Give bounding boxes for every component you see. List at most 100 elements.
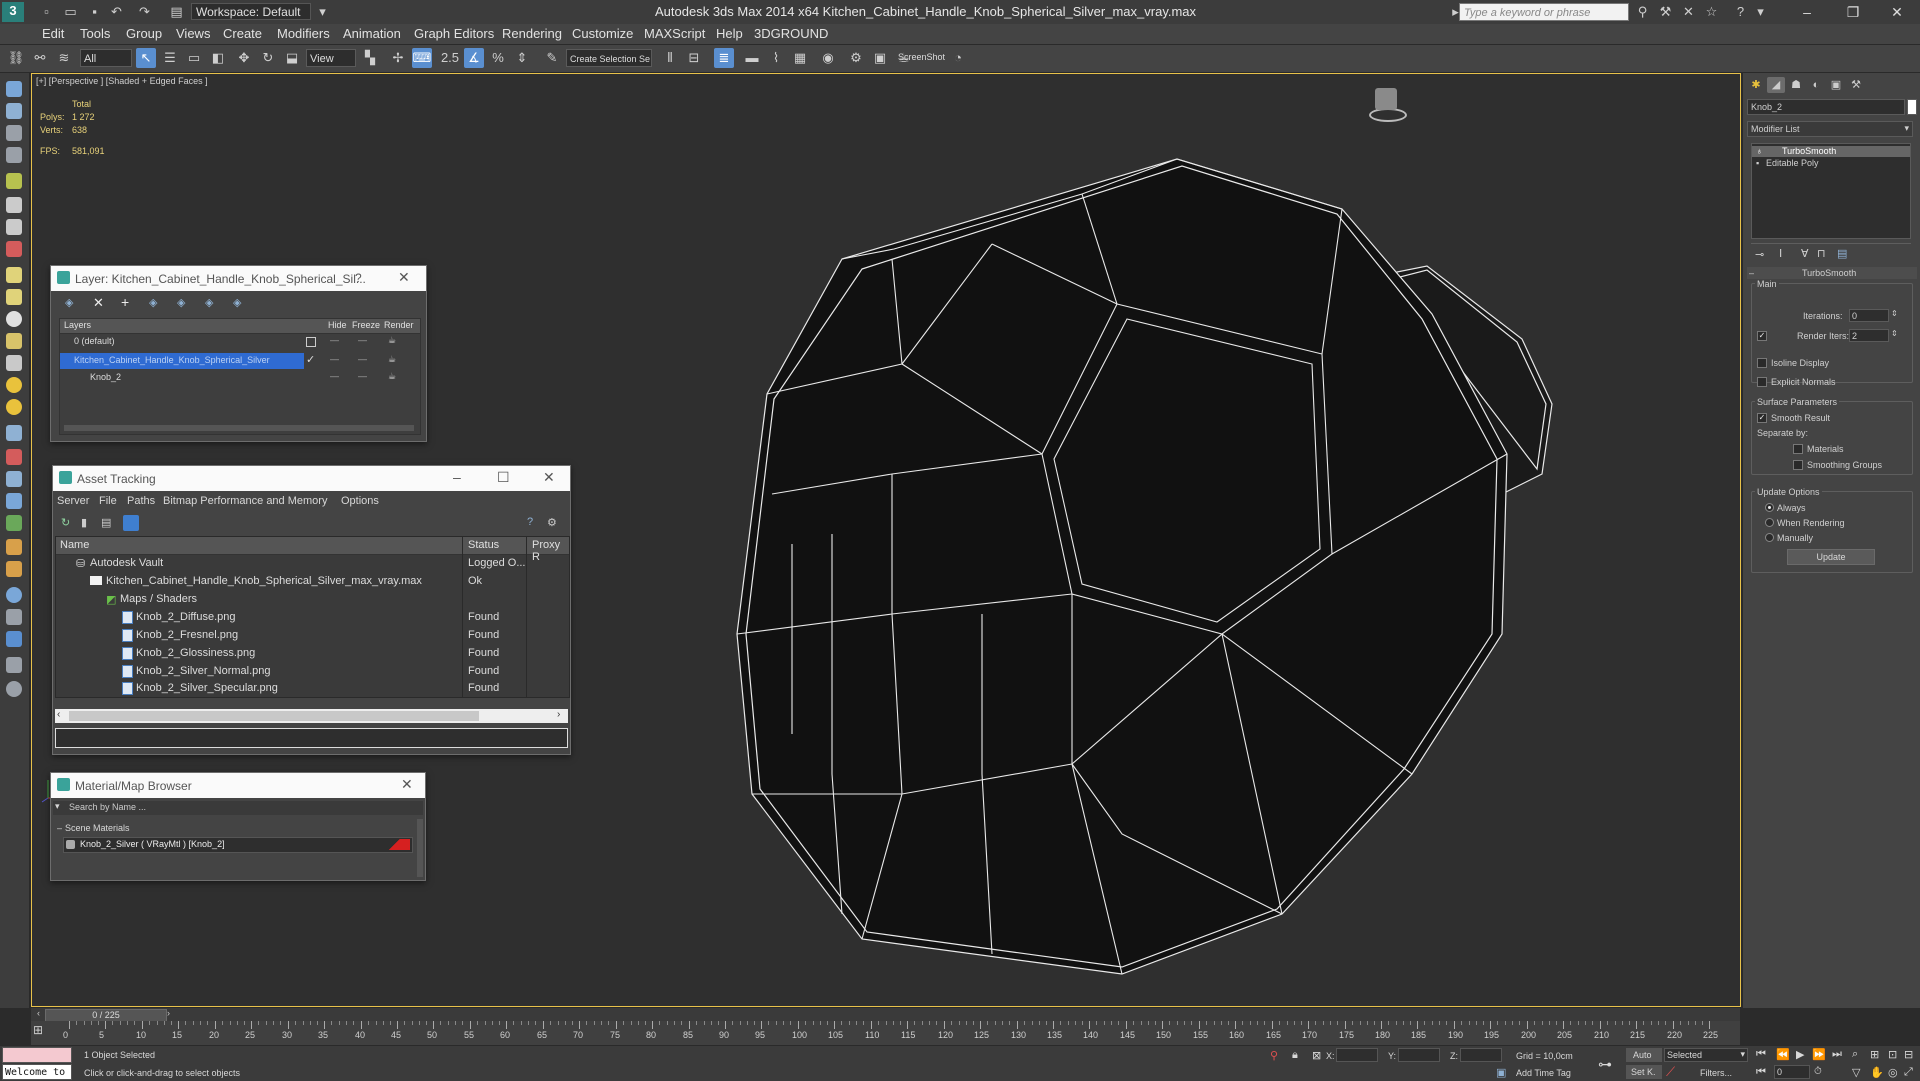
hierarchy-tab-icon[interactable]: ☗ [1787,77,1805,93]
curve-editor-icon[interactable]: ⌇ [766,48,786,68]
select-manipulate-icon[interactable]: ✢ [388,48,408,68]
set-key-button[interactable]: Set K. [1626,1065,1662,1079]
render-teapot-icon[interactable]: ☕ [388,335,396,346]
maxscript-listener[interactable]: Welcome to [2,1064,72,1080]
hierarchy-icon[interactable] [6,449,22,465]
smoothing-groups-checkbox[interactable] [1793,460,1803,470]
menu-maxscript[interactable]: MAXScript [644,26,705,41]
asset-window-titlebar[interactable]: Asset Tracking – ☐ ✕ [53,466,570,491]
keyboard-shortcut-toggle-icon[interactable]: ⌨ [412,48,432,68]
help-icon[interactable]: ? [1732,3,1749,20]
brush-icon[interactable] [6,539,22,555]
new-layer-icon[interactable]: ◈ [65,296,73,309]
maxscript-listener-pink[interactable] [2,1047,72,1063]
select-by-name-icon[interactable]: ☰ [160,48,180,68]
move-icon[interactable]: ✥ [234,48,254,68]
binoculars-icon[interactable]: ⚲ [1634,3,1651,20]
scroll-left-icon[interactable]: ‹ [57,709,60,720]
iterations-spinner[interactable]: 0 [1849,309,1889,322]
asset-row-map[interactable]: Knob_2_Glossiness.png Found [56,645,569,663]
omni-light-icon[interactable] [6,399,22,415]
freeze-all-layers-icon[interactable]: ◈ [233,296,241,309]
field-of-view-icon[interactable]: ▽ [1852,1066,1860,1079]
render-setup-icon[interactable]: ⚙ [846,48,866,68]
remove-modifier-icon[interactable]: ⊓ [1817,247,1826,260]
layer-window-help-icon[interactable]: ? [355,271,362,285]
toggle-icon[interactable] [6,631,22,647]
hide-toggle[interactable]: — [330,335,339,345]
material-search-input[interactable]: Search by Name ... [69,802,146,812]
subscription-icon[interactable]: ⚒ [1657,3,1674,20]
poly-expand-icon[interactable]: ▪ [1756,158,1759,168]
asset-window-close-icon[interactable]: ✕ [543,469,555,486]
time-config-icon[interactable]: ⏱ [1814,1066,1822,1077]
next-frame-icon[interactable]: ⏩ [1812,1048,1826,1061]
isoline-checkbox[interactable] [1757,358,1767,368]
menu-animation[interactable]: Animation [343,26,401,41]
layer-manager-icon[interactable]: ≣ [714,48,734,68]
z-coordinate-field[interactable] [1460,1048,1502,1062]
menu-create[interactable]: Create [223,26,262,41]
active-layer-check-icon[interactable]: ✓ [306,353,315,366]
material-window-titlebar[interactable]: Material/Map Browser ✕ [51,773,425,798]
hide-toggle[interactable]: — [330,371,339,381]
configure-sets-icon[interactable]: ▤ [1837,247,1847,260]
menu-graph-editors[interactable]: Graph Editors [414,26,494,41]
screenshot-camera-icon[interactable]: ◔ [948,48,968,68]
viewcube[interactable] [1365,84,1407,122]
object-name-field[interactable]: Knob_2 [1747,99,1905,115]
display-icon[interactable] [6,493,22,509]
viewport-icon[interactable] [6,81,22,97]
menu-help[interactable]: Help [716,26,743,41]
minimize-button[interactable]: – [1784,0,1830,24]
hide-column-header[interactable]: Hide [328,320,347,330]
render-teapot-icon[interactable]: ☕ [388,371,396,382]
asset-menu-bitmap-performance[interactable]: Bitmap Performance and Memory [163,495,327,507]
active-layer-box[interactable] [306,337,316,347]
select-link-icon[interactable]: ⛓ [6,48,26,68]
project-folder-icon[interactable]: ▤ [168,3,185,20]
sphere-icon[interactable] [6,289,22,305]
geosphere-icon[interactable] [6,311,22,327]
box-icon[interactable] [6,267,22,283]
maximize-viewport-icon[interactable]: ⤢ [1904,1066,1913,1079]
asset-row-scene-file[interactable]: Kitchen_Cabinet_Handle_Knob_Spherical_Si… [56,573,569,591]
render-column-header[interactable]: Render [384,320,414,330]
undo-icon[interactable]: ↶ [108,3,125,20]
manually-radio[interactable] [1765,533,1774,542]
edit-named-selection-icon[interactable]: ✎ [542,48,562,68]
material-vertical-scrollbar[interactable] [417,819,423,877]
utilities-tab-icon[interactable]: ⚒ [1847,77,1865,93]
zoom-extents-icon[interactable]: ⊡ [1888,1048,1897,1061]
render-iters-checkbox[interactable]: ✓ [1757,331,1767,341]
help-icon[interactable]: ? [527,516,533,528]
create-tab-icon[interactable]: ✱ [1747,77,1765,93]
rotate-icon[interactable]: ↻ [258,48,278,68]
time-prev-icon[interactable]: ‹ [37,1008,44,1021]
new-file-icon[interactable]: ▫ [38,3,55,20]
motion-icon[interactable] [6,471,22,487]
asset-menu-file[interactable]: File [99,495,117,507]
help-circle-icon[interactable] [6,681,22,697]
save-file-icon[interactable]: ▪ [86,3,103,20]
asset-window-maximize-icon[interactable]: ☐ [497,469,510,486]
material-item[interactable]: Knob_2_Silver ( VRayMtl ) [Knob_2] [63,837,413,853]
light-icon[interactable] [6,173,22,189]
options-icon[interactable]: ⚙ [547,516,557,529]
material-window-close-icon[interactable]: ✕ [401,776,413,793]
add-time-tag[interactable]: Add Time Tag [1516,1068,1571,1078]
key-mode-dropdown[interactable]: Selected ▾ [1664,1048,1748,1062]
workspace-dropdown[interactable]: Workspace: Default [191,3,311,20]
materials-checkbox[interactable] [1793,444,1803,454]
selection-lock-icon[interactable]: 🔒︎ [1292,1049,1298,1062]
set-key-icon[interactable]: ⊶ [1598,1056,1612,1073]
highlight-layer-icon[interactable]: ◈ [177,296,185,309]
torus-icon[interactable] [6,333,22,349]
reference-coordinate-dropdown[interactable]: View [306,49,356,67]
list-view-icon[interactable] [6,125,22,141]
unlink-icon[interactable]: ⚯ [30,48,50,68]
go-to-start-icon[interactable]: ⏮ [1756,1048,1766,1061]
percent-snap-icon[interactable]: % [488,48,508,68]
snaps-toggle-icon[interactable]: 2.5 [440,48,460,68]
globe-icon[interactable] [6,587,22,603]
